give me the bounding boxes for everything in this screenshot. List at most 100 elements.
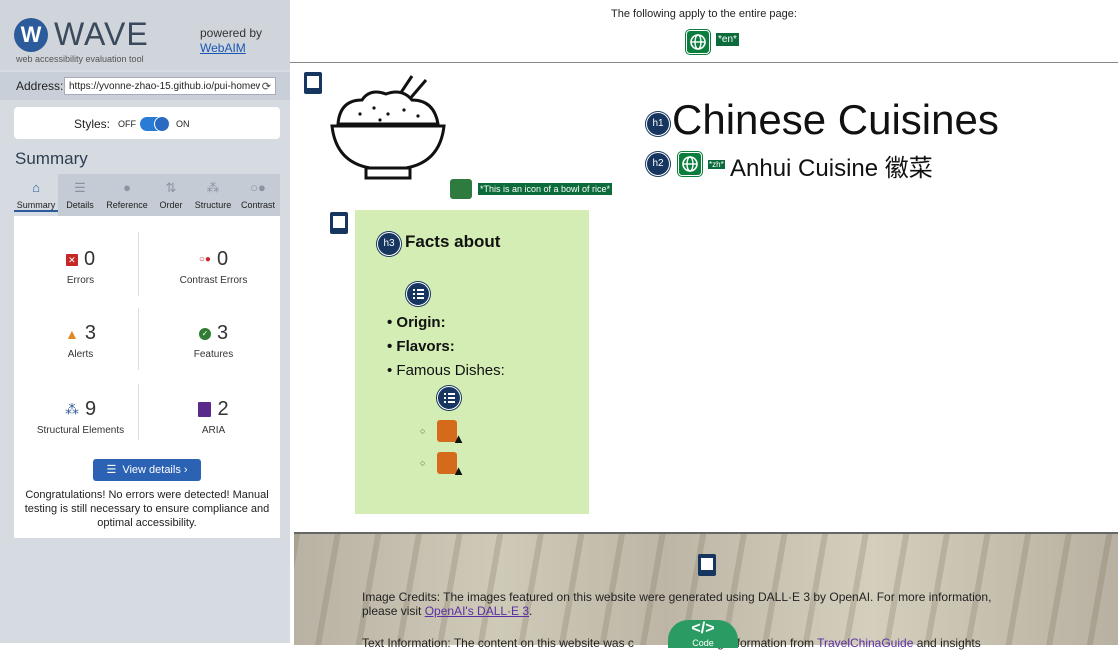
warning-triangle-icon: ▲ [452, 431, 465, 446]
styles-on-label: ON [176, 119, 190, 129]
list-icon: ☰ [106, 464, 117, 476]
contrast-label: Contrast Errors [179, 275, 248, 286]
order-icon: ⇅ [165, 180, 177, 195]
aria-icon [198, 402, 212, 418]
address-input[interactable]: https://yvonne-zhao-15.github.io/pui-hom… [64, 77, 276, 95]
image-alt-text: *This is an icon of a bowl of rice* [478, 183, 613, 195]
tab-details[interactable]: ☰ Details [58, 174, 102, 216]
page-heading-h1: Chinese Cuisines [672, 96, 999, 143]
structural-label: Structural Elements [36, 425, 125, 436]
list-icon: ☰ [74, 180, 86, 195]
list-icon[interactable] [406, 282, 430, 306]
wave-logo-icon: W [14, 18, 48, 52]
aria-landmark-icon[interactable] [304, 72, 322, 94]
empty-list-item-alert-icon[interactable]: ▲ [437, 452, 465, 478]
view-details-label: View details › [122, 464, 188, 476]
list-icon[interactable] [437, 386, 461, 410]
summary-title: Summary [15, 149, 88, 168]
info-icon: ● [123, 180, 131, 195]
stat-structural[interactable]: ⁂ 9 Structural Elements [14, 398, 147, 436]
features-label: Features [193, 349, 234, 360]
home-icon: ⌂ [32, 180, 40, 195]
powered-by-label: powered by [200, 26, 263, 40]
h1-badge-icon[interactable]: h1 [646, 112, 670, 136]
structural-count: 9 [84, 398, 97, 420]
language-tag-zh: *zh* [708, 160, 725, 169]
aria-landmark-icon[interactable] [330, 212, 348, 234]
code-toggle-button[interactable]: </> Code [668, 620, 738, 648]
travelchinaguide-link[interactable]: TravelChinaGuide [817, 636, 913, 650]
list-item: • Origin: [387, 314, 446, 331]
tab-structure[interactable]: ⁂ Structure [190, 174, 236, 216]
errors-label: Errors [66, 275, 95, 286]
language-tag: *en* [716, 33, 739, 46]
tab-reference[interactable]: ● Reference [102, 174, 152, 216]
address-label: Address: [16, 79, 64, 93]
styles-toggle-card: Styles: OFF ON [14, 107, 280, 139]
contrast-error-icon: ○● [198, 254, 211, 266]
wave-logo-subtitle: web accessibility evaluation tool [16, 54, 144, 64]
list-item-text: Famous Dishes: [396, 362, 505, 379]
contrast-icon: ○● [250, 180, 266, 195]
evaluated-page: The following apply to the entire page: … [290, 0, 1118, 650]
aria-label: ARIA [201, 425, 226, 436]
stat-aria[interactable]: 2 ARIA [147, 398, 280, 436]
language-globe-icon[interactable] [686, 30, 710, 54]
tab-contrast[interactable]: ○● Contrast [236, 174, 280, 216]
text-info-a: Text Information: The content on this we… [362, 636, 634, 650]
alert-icon: ▲ [65, 325, 79, 342]
tab-label: Contrast [240, 200, 275, 210]
tab-label: Reference [106, 200, 148, 210]
h3-badge-icon[interactable]: h3 [377, 232, 401, 256]
text-info-c: and insights [913, 636, 981, 650]
summary-panel: ✕ 0 Errors ○● 0 Contrast Errors ▲ 3 Alerts … [14, 216, 280, 538]
empty-list-bullet: ○ [420, 426, 426, 436]
alt-text-image-icon[interactable] [450, 179, 472, 199]
code-label: Code [692, 638, 714, 648]
webaim-link[interactable]: WebAIM [200, 41, 246, 55]
stat-errors[interactable]: ✕ 0 Errors [14, 248, 147, 286]
stat-contrast[interactable]: ○● 0 Contrast Errors [147, 248, 280, 286]
panel-tabs: ⌂ Summary ☰ Details ● Reference ⇅ Order … [14, 174, 280, 216]
tab-label: Details [66, 200, 94, 210]
feature-icon: ✓ [198, 327, 211, 340]
page-heading-h2: Anhui Cuisine 徽菜 [730, 155, 933, 182]
aria-landmark-icon[interactable] [698, 554, 716, 576]
congrats-message: Congratulations! No errors were detected… [24, 489, 270, 529]
dalle-link[interactable]: OpenAI's DALL·E 3 [425, 604, 529, 618]
styles-toggle[interactable] [140, 116, 170, 132]
list-item-text: Flavors: [396, 338, 455, 355]
tab-label: Order [159, 200, 183, 210]
empty-list-item-alert-icon[interactable]: ▲ [437, 420, 465, 446]
refresh-icon[interactable]: ⟳ [259, 78, 271, 94]
contrast-count: 0 [216, 248, 229, 270]
warning-triangle-icon: ▲ [452, 463, 465, 478]
styles-off-label: OFF [118, 119, 136, 129]
wave-header: W WAVE web accessibility evaluation tool… [0, 0, 290, 70]
structure-icon: ⁂ [64, 401, 79, 418]
page-apply-text: The following apply to the entire page: [611, 8, 797, 20]
stat-alerts[interactable]: ▲ 3 Alerts [14, 322, 147, 360]
wave-sidebar: W WAVE web accessibility evaluation tool… [0, 0, 290, 643]
list-item: • Famous Dishes: [387, 362, 505, 379]
tab-order[interactable]: ⇅ Order [152, 174, 190, 216]
image-credits: Image Credits: The images featured on th… [362, 590, 992, 618]
rice-bowl-image [330, 75, 446, 180]
h2-badge-icon[interactable]: h2 [646, 152, 670, 176]
stat-features[interactable]: ✓ 3 Features [147, 322, 280, 360]
error-icon: ✕ [65, 253, 78, 266]
tab-label: Summary [14, 200, 58, 212]
list-item-text: Origin: [396, 314, 446, 331]
alerts-count: 3 [84, 322, 96, 344]
facts-section: h3 Facts about • Origin: • Flavors: • Fa… [355, 210, 589, 514]
styles-label: Styles: [74, 117, 111, 131]
errors-count: 0 [83, 248, 96, 270]
page-footer: Image Credits: The images featured on th… [294, 532, 1118, 650]
structure-icon: ⁂ [206, 180, 220, 195]
list-item: • Flavors: [387, 338, 455, 355]
view-details-button[interactable]: ☰ View details › [93, 459, 201, 481]
language-globe-icon[interactable] [678, 152, 702, 176]
wave-logo-text: WAVE [54, 16, 149, 52]
tab-summary[interactable]: ⌂ Summary [14, 174, 58, 216]
address-bar: Address: https://yvonne-zhao-15.github.i… [0, 72, 290, 100]
